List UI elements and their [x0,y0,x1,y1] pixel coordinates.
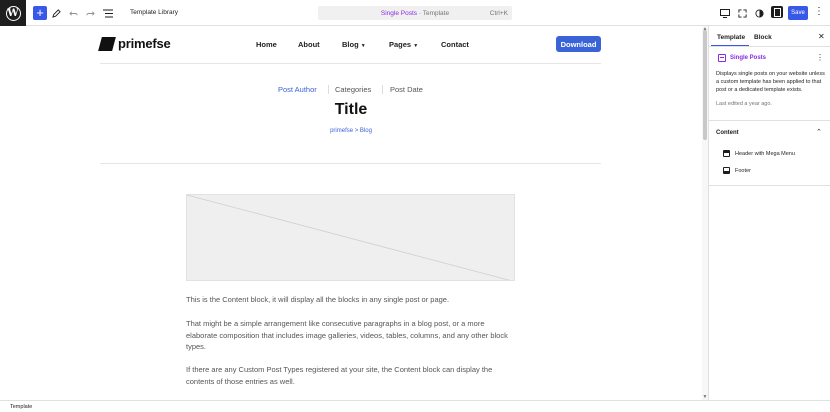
template-area-label: Header with Mega Menu [735,150,795,157]
redo-icon [86,10,95,16]
zoom-out-button[interactable] [738,6,747,20]
content-separator [100,163,601,164]
settings-sidebar-toggle[interactable] [771,6,783,18]
command-center[interactable]: Single Posts · Template Ctrl+K [318,6,512,20]
placeholder-diagonal-icon [187,195,511,280]
nav-item-home[interactable]: Home [256,40,277,49]
template-area-header[interactable]: Header with Mega Menu [723,150,795,157]
template-title: Single Posts [730,55,767,61]
editor-canvas: primefse Home About Blog ▼ Pages ▼ Conta… [0,26,702,400]
template-description: Displays single posts on your website un… [716,71,825,93]
template-name: Single Posts [380,9,418,17]
document-overview-button[interactable] [103,6,113,20]
nav-item-blog[interactable]: Blog ▼ [342,40,366,49]
settings-panel: Template Block ✕ Single Posts ⋮ Displays… [708,26,830,400]
content-paragraph[interactable]: This is the Content block, it will displ… [186,294,516,306]
half-circle-icon [755,8,764,18]
site-logo[interactable]: primefse [98,36,171,51]
nav-item-contact[interactable]: Contact [441,40,469,49]
pencil-icon [52,8,61,18]
last-edited: Last edited a year ago. [716,101,772,107]
template-area-footer[interactable]: Footer [723,167,751,174]
tab-block[interactable]: Block [754,34,772,41]
meta-divider [382,85,383,94]
wordpress-logo-button[interactable]: W [0,0,26,26]
breadcrumb[interactable]: primefse > Blog [0,128,702,134]
tab-template[interactable]: Template [717,34,745,41]
redo-button[interactable] [86,6,95,20]
template-area-label: Footer [735,167,751,174]
download-button[interactable]: Download [556,36,601,52]
footer-icon [723,167,730,174]
post-date[interactable]: Post Date [390,85,423,94]
layout-icon [718,54,726,62]
block-inserter-button[interactable]: + [33,6,47,20]
device-preview-button[interactable] [720,6,730,20]
close-icon[interactable]: ✕ [818,32,825,41]
command-shortcut: Ctrl+K [489,9,508,17]
post-author[interactable]: Post Author [278,85,317,94]
meta-divider [328,85,329,94]
header-separator [100,63,601,64]
undo-button[interactable] [69,6,78,20]
block-breadcrumb-bar: Template [0,400,830,412]
command-center-title: Single Posts · Template [318,10,512,17]
content-section-heading[interactable]: Content [716,130,739,136]
site-title: primefse [118,36,171,51]
post-title[interactable]: Title [0,101,702,119]
section-separator [709,120,830,121]
undo-icon [69,10,78,16]
more-options-icon[interactable]: ⋮ [814,7,824,17]
featured-image-placeholder[interactable] [186,194,515,281]
post-categories[interactable]: Categories [335,85,371,94]
tab-separator [709,46,830,47]
template-actions-icon[interactable]: ⋮ [816,53,824,62]
tools-button[interactable] [52,6,61,20]
nav-item-about[interactable]: About [298,40,320,49]
template-type: · Template [417,9,450,17]
editor-toolbar: W + Template Library Single Posts · Temp… [0,0,830,26]
chevron-down-icon: ▼ [413,43,419,49]
save-button[interactable]: Save [788,6,808,20]
status-breadcrumb[interactable]: Template [10,404,32,410]
expand-icon [738,8,747,18]
wordpress-icon: W [5,5,21,21]
nav-item-pages[interactable]: Pages ▼ [389,40,418,49]
header-icon [723,150,730,157]
desktop-icon [720,8,730,18]
content-paragraph[interactable]: If there are any Custom Post Types regis… [186,364,516,387]
chevron-up-icon[interactable]: ⌃ [816,128,822,136]
chevron-down-icon: ▼ [360,43,366,49]
canvas-scrollbar-thumb[interactable] [703,30,707,140]
styles-button[interactable] [755,6,764,20]
logo-mark-icon [98,36,116,51]
content-paragraph[interactable]: That might be a simple arrangement like … [186,318,516,353]
nav-item-blog-label: Blog [342,40,359,49]
section-separator [709,185,830,186]
nav-item-pages-label: Pages [389,40,412,49]
list-view-icon [103,9,113,17]
template-library-label[interactable]: Template Library [130,9,178,16]
